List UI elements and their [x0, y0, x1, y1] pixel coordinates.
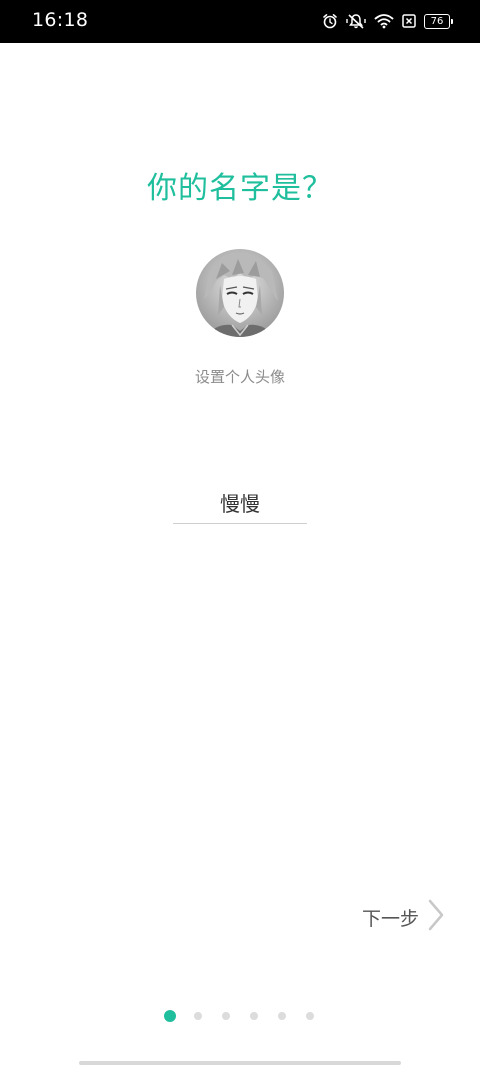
next-button[interactable]: 下一步 [362, 899, 445, 935]
home-indicator[interactable] [79, 1061, 401, 1065]
battery-icon: 76 [424, 13, 453, 29]
page-dot [250, 1012, 258, 1020]
avatar[interactable] [196, 249, 284, 337]
page-dot [194, 1012, 202, 1020]
page-indicator [0, 1009, 480, 1023]
avatar-label[interactable]: 设置个人头像 [0, 366, 480, 387]
chevron-right-icon [427, 899, 445, 935]
next-label: 下一步 [362, 907, 420, 930]
name-input[interactable] [173, 483, 307, 521]
page-dot-active [164, 1010, 176, 1022]
page-dot [222, 1012, 230, 1020]
page-title: 你的名字是？ [147, 171, 333, 206]
alarm-icon [322, 13, 338, 29]
status-icons: 76 [322, 10, 453, 32]
no-sim-icon [402, 14, 416, 28]
mute-icon [346, 13, 366, 29]
status-bar: 16:18 76 [0, 0, 480, 43]
status-time: 16:18 [32, 9, 89, 31]
page-dot [306, 1012, 314, 1020]
avatar-image [196, 249, 284, 337]
page-dot [278, 1012, 286, 1020]
wifi-icon [374, 13, 394, 29]
name-field-wrapper [173, 483, 307, 524]
